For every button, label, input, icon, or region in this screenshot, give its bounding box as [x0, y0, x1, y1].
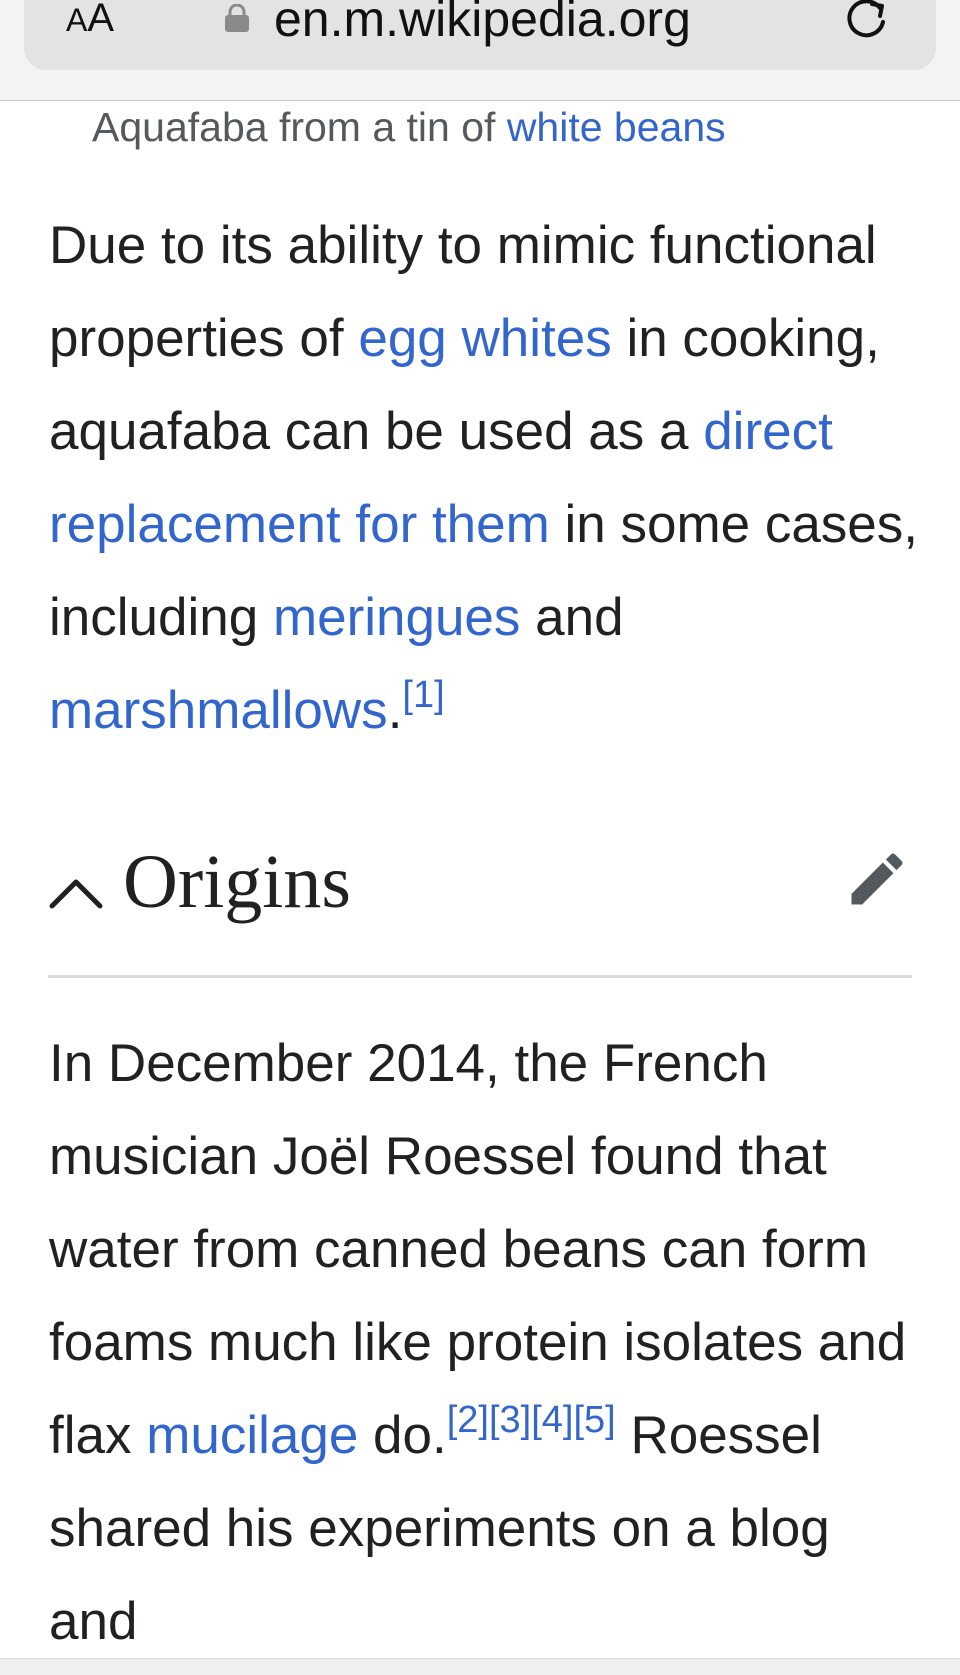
marshmallows-link[interactable]: marshmallows	[49, 681, 388, 740]
image-caption: Aquafaba from a tin of white beans	[92, 104, 726, 151]
origins-section-header[interactable]: Origins	[48, 830, 912, 940]
intro-paragraph: Due to its ability to mimic functional p…	[49, 199, 929, 757]
reload-icon[interactable]	[842, 0, 892, 42]
meringues-link[interactable]: meringues	[273, 588, 520, 647]
chevron-up-icon[interactable]	[48, 876, 104, 910]
egg-whites-link[interactable]: egg whites	[358, 309, 611, 368]
section-divider	[48, 975, 912, 978]
aa-large-glyph: A	[87, 0, 115, 40]
para2-text-2: do.	[358, 1406, 447, 1465]
url-text: en.m.wikipedia.org	[274, 0, 691, 47]
section-title: Origins	[123, 840, 351, 924]
white-beans-link[interactable]: white beans	[507, 104, 726, 150]
aa-small-glyph: A	[66, 2, 88, 38]
reference-3-link[interactable]: [3]	[489, 1399, 531, 1441]
bottom-toolbar-edge	[0, 1658, 960, 1675]
para1-text-5: .	[387, 681, 403, 740]
para1-text-4: and	[520, 588, 624, 647]
reference-4-link[interactable]: [4]	[531, 1399, 573, 1441]
lock-icon	[225, 4, 249, 32]
origins-paragraph: In December 2014, the French musician Jo…	[49, 1017, 929, 1668]
mucilage-link[interactable]: mucilage	[146, 1406, 358, 1465]
reference-1-link[interactable]: [1]	[402, 674, 444, 716]
pencil-edit-icon[interactable]	[843, 845, 911, 913]
reference-5-link[interactable]: [5]	[573, 1399, 615, 1441]
browser-address-bar: AA en.m.wikipedia.org	[0, 0, 960, 101]
caption-text: Aquafaba from a tin of	[92, 104, 507, 150]
reader-text-size-button[interactable]: AA	[66, 0, 114, 41]
reference-2-link[interactable]: [2]	[447, 1399, 489, 1441]
